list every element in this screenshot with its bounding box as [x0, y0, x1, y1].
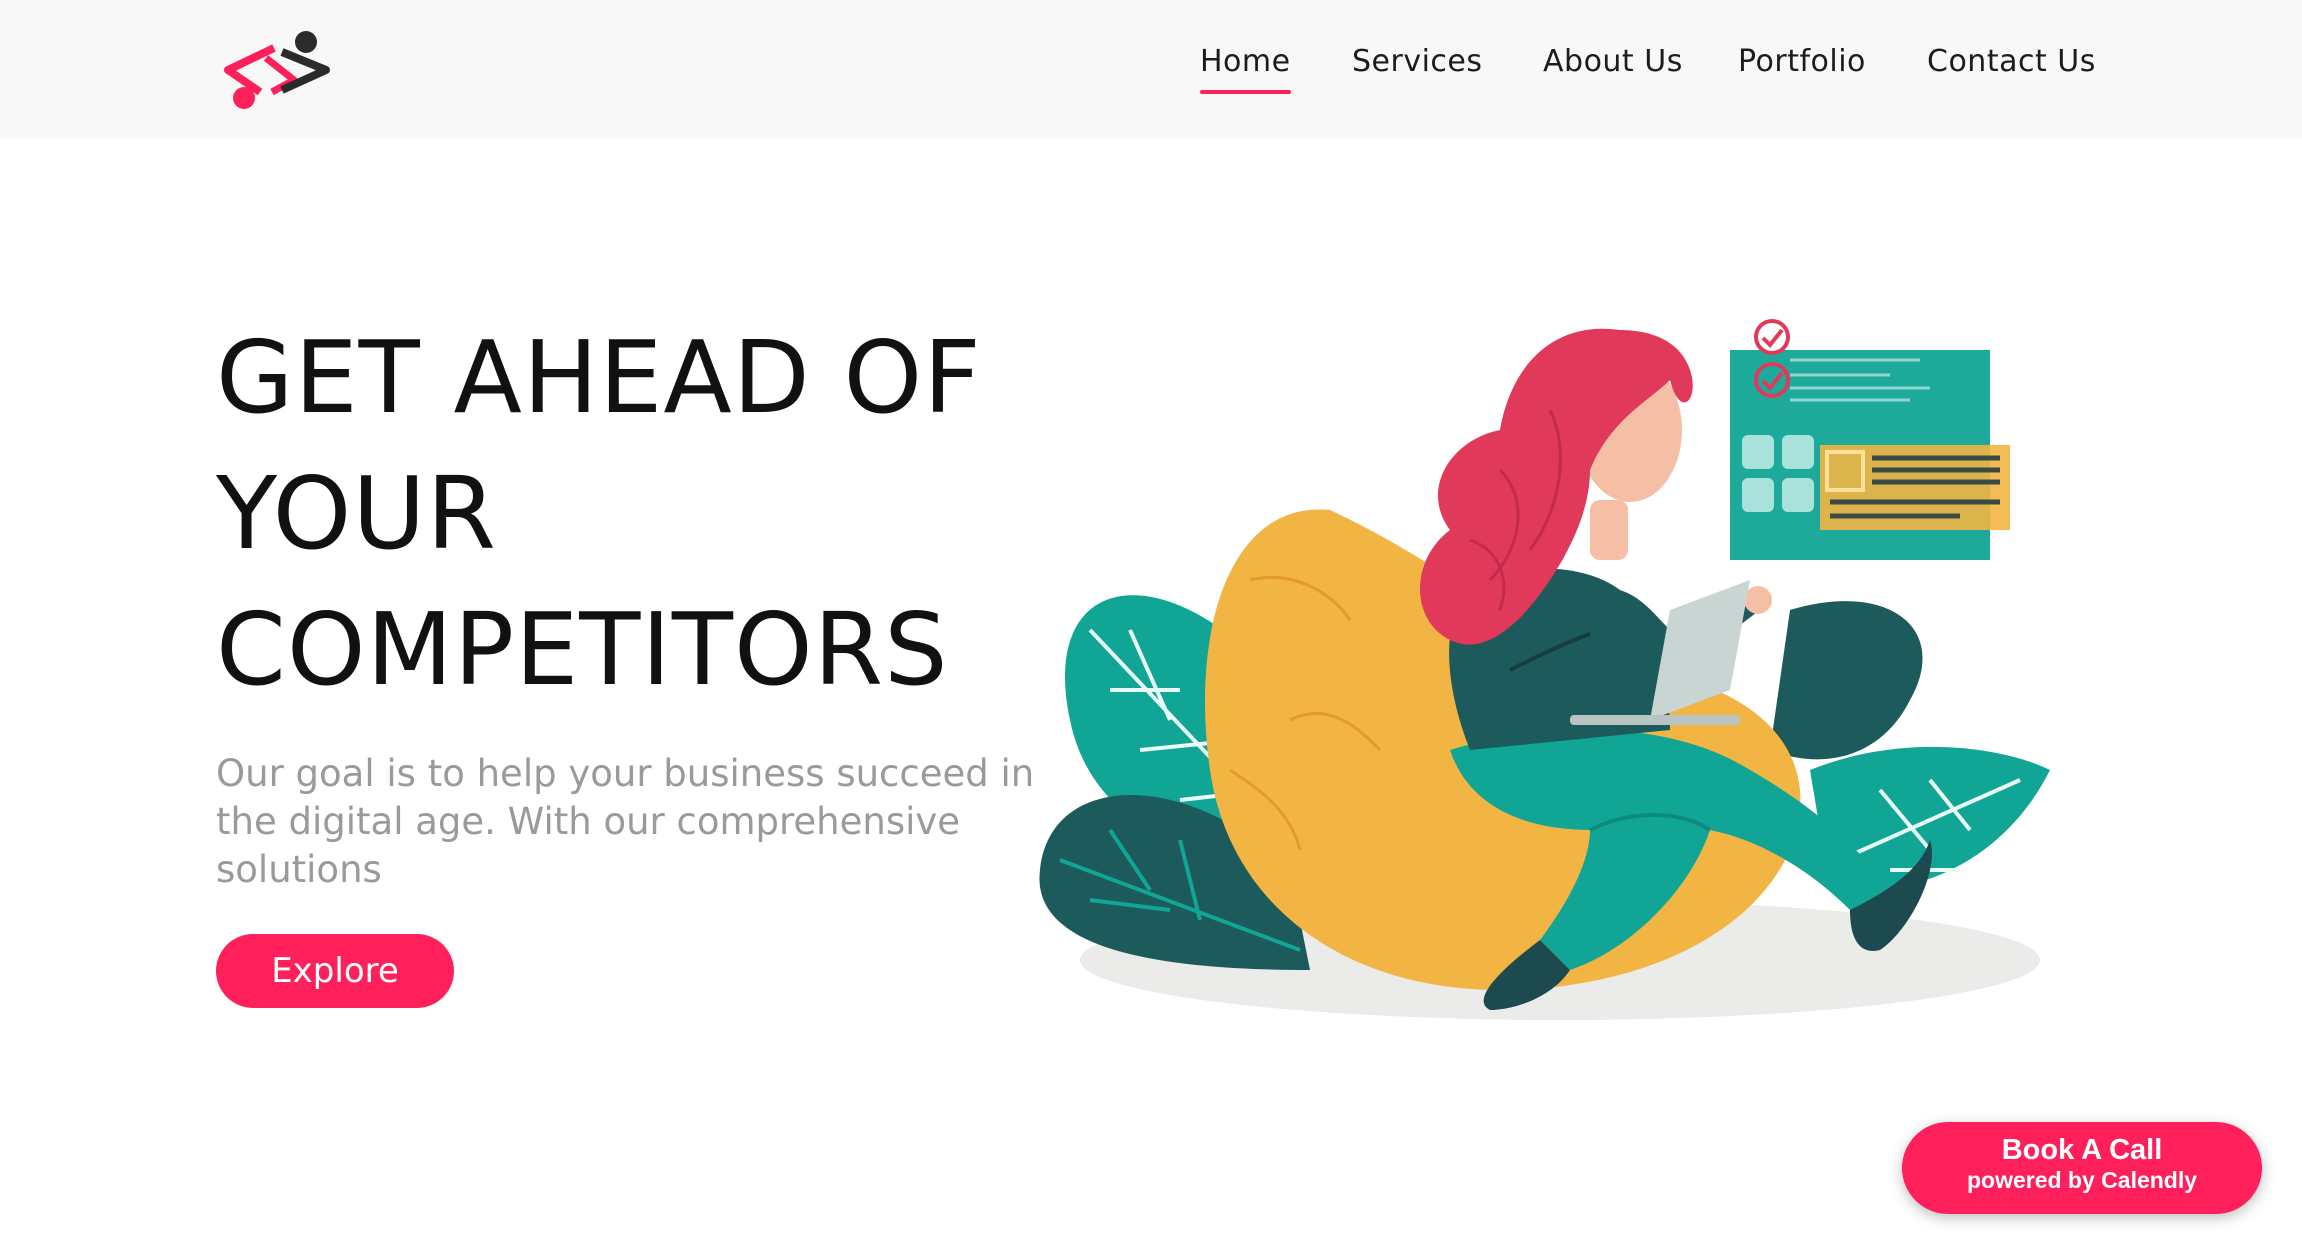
woman-with-laptop-illustration-icon	[1039, 319, 2050, 1020]
hero-title-line-1: GET AHEAD OF	[216, 319, 982, 436]
brand-logo-icon[interactable]	[220, 28, 332, 112]
hero-title-line-3: COMPETITORS	[216, 591, 949, 708]
nav-home[interactable]: Home	[1200, 44, 1291, 94]
hero-title: GET AHEAD OF YOUR COMPETITORS	[216, 310, 1076, 718]
leaf-right-dark-icon	[1770, 601, 1923, 760]
nav-services[interactable]: Services	[1352, 44, 1483, 79]
book-a-call-button[interactable]: Book A Call powered by Calendly	[1902, 1122, 2262, 1214]
explore-button[interactable]: Explore	[216, 934, 454, 1008]
hero-subtitle: Our goal is to help your business succee…	[216, 752, 1035, 891]
site-header: Home Services About Us Portfolio Contact…	[0, 0, 2302, 138]
nav-about-us[interactable]: About Us	[1543, 44, 1683, 79]
book-a-call-label: Book A Call	[2001, 1134, 2163, 1166]
nav-contact-us[interactable]: Contact Us	[1927, 44, 2096, 79]
powered-by-calendly-label: powered by Calendly	[1966, 1167, 2198, 1193]
laptop-icon	[1650, 580, 1750, 720]
nav-portfolio[interactable]: Portfolio	[1738, 44, 1866, 79]
hero-title-line-2: YOUR	[216, 455, 498, 572]
info-card-icon	[1820, 445, 2010, 530]
